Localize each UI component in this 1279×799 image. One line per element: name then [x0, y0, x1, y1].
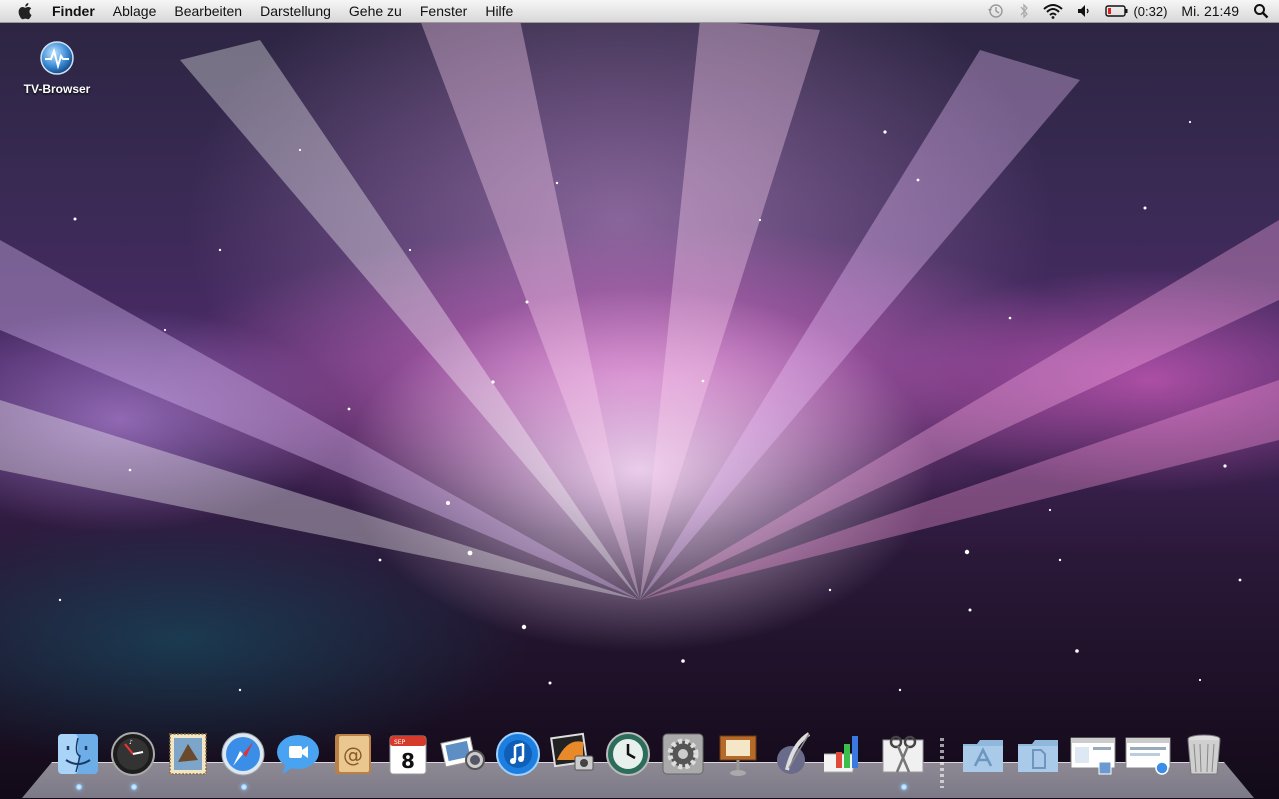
- menu-finder[interactable]: Finder: [52, 3, 95, 19]
- applications-folder-icon: [963, 740, 1003, 772]
- safari-icon: [221, 732, 265, 776]
- ical-icon: SEP 8: [389, 735, 427, 775]
- battery-time: (0:32): [1133, 3, 1168, 19]
- desktop-icon-tv-browser[interactable]: TV-Browser: [12, 40, 102, 96]
- volume-icon[interactable]: [1077, 3, 1091, 19]
- numbers-icon: [820, 736, 858, 773]
- svg-text:@: @: [343, 743, 363, 767]
- spotlight-search-icon[interactable]: [1253, 3, 1269, 19]
- dock-app-itunes[interactable]: [494, 730, 544, 786]
- dock-app-address-book[interactable]: @: [329, 730, 379, 786]
- menu-extras: (0:32) Mi. 21:49: [987, 0, 1269, 22]
- time-machine-icon[interactable]: [987, 3, 1005, 19]
- dock-app-time-machine[interactable]: [604, 730, 654, 786]
- keynote-icon: [719, 735, 757, 776]
- dock-stack-screenshot-2[interactable]: [1124, 730, 1174, 786]
- dashboard-icon: ♪: [111, 732, 155, 776]
- apple-logo-icon[interactable]: [18, 2, 36, 20]
- dock-app-safari[interactable]: [219, 730, 269, 790]
- mail-icon: [169, 733, 207, 775]
- dock-app-numbers[interactable]: [820, 730, 874, 786]
- tv-browser-app-icon: [39, 40, 75, 76]
- dock-app-iphoto[interactable]: [549, 730, 599, 786]
- trash-icon: [1187, 734, 1221, 775]
- dock-trash[interactable]: [1180, 730, 1230, 786]
- system-preferences-icon: [662, 733, 704, 775]
- wifi-icon[interactable]: [1043, 3, 1064, 19]
- star-field: [0, 20, 1279, 742]
- ical-day: 8: [401, 749, 415, 773]
- running-indicator: [901, 784, 907, 790]
- documents-folder-icon: [1018, 740, 1058, 772]
- dock: ♪ @ SEP 8: [22, 732, 1254, 799]
- bluetooth-icon[interactable]: [1019, 3, 1029, 19]
- menu-bar: Finder Ablage Bearbeiten Darstellung Geh…: [0, 0, 1279, 23]
- dock-stack-documents[interactable]: [1014, 730, 1064, 786]
- menu-clock[interactable]: Mi. 21:49: [1181, 3, 1239, 19]
- dock-items: ♪ @ SEP 8: [22, 730, 1254, 790]
- running-indicator: [241, 784, 247, 790]
- menu-gehe-zu[interactable]: Gehe zu: [349, 3, 402, 19]
- ical-month: SEP: [394, 739, 406, 746]
- scissors-icon: [882, 735, 924, 773]
- screenshot-window-icon-2: [1125, 737, 1171, 775]
- finder-icon: [58, 734, 98, 774]
- svg-text:♪: ♪: [129, 739, 133, 746]
- dock-separator[interactable]: [940, 738, 944, 788]
- menu-hilfe[interactable]: Hilfe: [485, 3, 513, 19]
- ichat-icon: [277, 735, 319, 774]
- dock-app-preview[interactable]: [439, 730, 489, 786]
- dock-app-system-preferences[interactable]: [659, 730, 709, 786]
- itunes-icon: [496, 732, 540, 776]
- menu-darstellung[interactable]: Darstellung: [260, 3, 331, 19]
- menu-bearbeiten[interactable]: Bearbeiten: [174, 3, 242, 19]
- dock-app-snapshot-tool[interactable]: [879, 730, 929, 790]
- screenshot-window-icon: [1070, 737, 1116, 775]
- iphoto-icon: [550, 732, 594, 771]
- running-indicator: [76, 784, 82, 790]
- dock-app-script-editor[interactable]: [769, 730, 819, 786]
- menu-fenster[interactable]: Fenster: [420, 3, 467, 19]
- battery-status[interactable]: (0:32): [1105, 4, 1167, 19]
- dock-app-keynote[interactable]: [714, 730, 764, 786]
- dock-app-ical[interactable]: SEP 8: [384, 730, 434, 786]
- time-machine-app-icon: [606, 732, 650, 776]
- dock-app-dashboard[interactable]: ♪: [109, 730, 159, 790]
- dock-app-finder[interactable]: [54, 730, 104, 790]
- preview-icon: [440, 736, 485, 770]
- desktop-wallpaper: [0, 0, 1279, 799]
- menu-ablage[interactable]: Ablage: [113, 3, 157, 19]
- dock-app-ichat[interactable]: [274, 730, 324, 786]
- dock-app-mail[interactable]: [164, 730, 214, 786]
- quill-icon: [777, 732, 811, 774]
- desktop-icon-label: TV-Browser: [23, 82, 91, 96]
- dock-stack-screenshot-1[interactable]: [1069, 730, 1119, 786]
- battery-icon: [1105, 5, 1128, 17]
- running-indicator: [131, 784, 137, 790]
- address-book-icon: @: [335, 734, 371, 774]
- dock-stack-applications[interactable]: [959, 730, 1009, 786]
